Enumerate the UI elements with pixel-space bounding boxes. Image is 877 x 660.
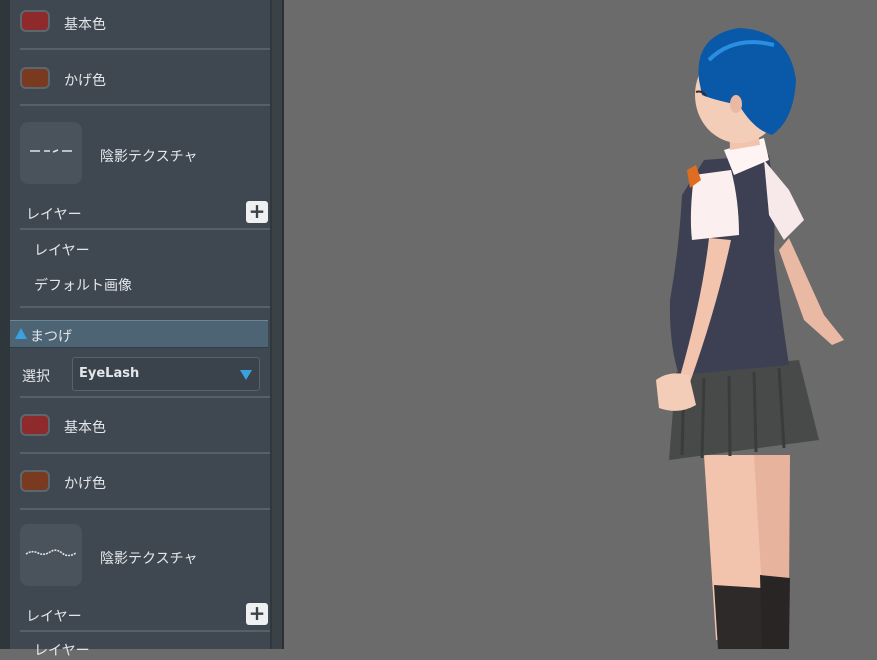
separator bbox=[20, 396, 270, 398]
texture-preview-icon bbox=[30, 149, 72, 153]
layer-list-item[interactable]: レイヤー bbox=[34, 640, 90, 660]
shadow-texture-thumbnail[interactable] bbox=[20, 122, 82, 184]
shade-color-label: かげ色 bbox=[64, 476, 106, 492]
add-layer-button[interactable]: + bbox=[246, 201, 268, 223]
separator bbox=[20, 48, 270, 50]
select-value: EyeLash bbox=[79, 366, 140, 381]
material-select-dropdown[interactable]: EyeLash bbox=[72, 357, 260, 391]
add-layer-button[interactable]: + bbox=[246, 603, 268, 625]
separator bbox=[20, 452, 270, 454]
base-color-label: 基本色 bbox=[64, 17, 106, 33]
shadow-texture-thumbnail[interactable] bbox=[20, 524, 82, 586]
shade-color-label: かげ色 bbox=[64, 73, 106, 89]
section-title: まつげ bbox=[30, 329, 72, 345]
layer-list-item[interactable]: レイヤー bbox=[34, 240, 90, 260]
separator bbox=[20, 228, 270, 230]
base-color-label: 基本色 bbox=[64, 420, 106, 436]
separator bbox=[20, 508, 270, 510]
shadow-texture-label: 陰影テクスチャ bbox=[100, 149, 198, 165]
character-model bbox=[656, 28, 844, 649]
layer-header-label: レイヤー bbox=[26, 207, 82, 223]
separator bbox=[20, 630, 270, 632]
separator bbox=[20, 104, 270, 106]
eyelash-section-header[interactable]: まつげ bbox=[10, 320, 268, 348]
3d-viewport[interactable] bbox=[284, 0, 877, 649]
panel-splitter[interactable] bbox=[270, 0, 284, 649]
material-settings-panel: 基本色 かげ色 陰影テクスチャ レイヤー + レイヤー デフォルト画像 まつげ … bbox=[0, 0, 270, 659]
triangle-down-icon bbox=[240, 370, 252, 380]
shadow-texture-label: 陰影テクスチャ bbox=[100, 551, 198, 567]
layer-list-item[interactable]: デフォルト画像 bbox=[34, 275, 132, 295]
base-color-swatch[interactable] bbox=[20, 414, 50, 436]
shade-color-swatch[interactable] bbox=[20, 67, 50, 89]
shade-color-swatch[interactable] bbox=[20, 470, 50, 492]
select-label: 選択 bbox=[22, 369, 50, 385]
triangle-up-icon bbox=[15, 328, 27, 339]
separator bbox=[20, 306, 270, 308]
texture-preview-icon bbox=[25, 549, 77, 557]
layer-header-label: レイヤー bbox=[26, 609, 82, 625]
base-color-swatch[interactable] bbox=[20, 10, 50, 32]
